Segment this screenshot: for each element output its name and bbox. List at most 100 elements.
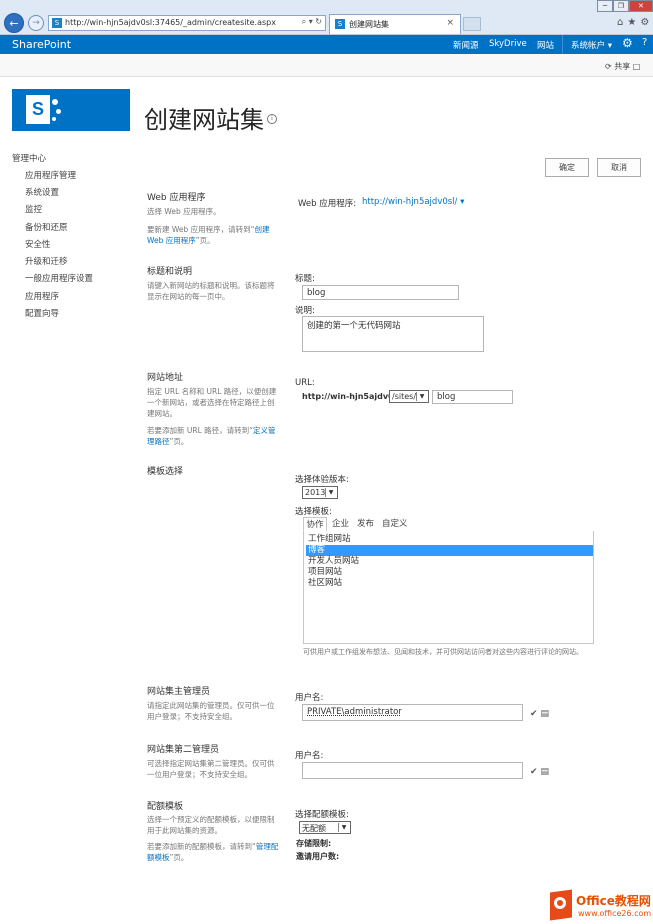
url-label: URL:	[295, 378, 315, 388]
brand-label[interactable]: SharePoint	[12, 38, 71, 51]
url-prefix: http://win-hjn5ajdv0sl	[302, 392, 402, 401]
chevron-down-icon: ▼	[416, 392, 427, 401]
minimize-button[interactable]: ─	[597, 0, 613, 12]
quota-select[interactable]: 无配额 ▼	[299, 821, 351, 834]
nav-item-monitoring[interactable]: 监控	[25, 203, 42, 215]
quota-desc-manage: 若要添加新的配额模板，请转到“管理配额模板”页。	[147, 841, 279, 863]
primary-admin-input[interactable]: PRIVATE\administrator	[302, 704, 523, 721]
primary-admin-label: 用户名:	[295, 693, 324, 703]
gear-icon[interactable]: ⚙	[640, 17, 653, 28]
nav-item-upgrade-migration[interactable]: 升级和迁移	[25, 255, 68, 267]
title-input[interactable]: blog	[302, 285, 459, 300]
tab-publishing[interactable]: 发布	[357, 517, 374, 529]
description-textarea[interactable]: 创建的第一个无代码网站	[302, 316, 484, 352]
nav-item-security[interactable]: 安全性	[25, 238, 51, 250]
section-header-secondary-admin: 网站集第二管理员	[147, 745, 220, 755]
share-icon: ⟳	[605, 62, 615, 71]
logo-dot	[52, 99, 58, 105]
url-name-input[interactable]: blog	[432, 390, 513, 404]
suite-link-newsfeed[interactable]: 新闻源	[453, 39, 479, 51]
window-controls: ─ ❐ ✕	[597, 0, 653, 12]
address-tools[interactable]: ⌕ ▾ ↻	[302, 17, 322, 27]
back-button[interactable]: ←	[4, 13, 24, 33]
template-item-project-site[interactable]: 项目网站	[306, 567, 593, 578]
sharepoint-logo[interactable]: S	[12, 89, 130, 131]
close-window-button[interactable]: ✕	[628, 0, 653, 12]
nav-item-system-settings[interactable]: 系统设置	[25, 186, 59, 198]
browser-tab[interactable]: S 创建网站集 ×	[329, 14, 461, 34]
browse-directory-icon[interactable]: ▤	[541, 767, 553, 777]
focus-icon[interactable]: □	[633, 62, 641, 71]
nav-item-app-management[interactable]: 应用程序管理	[25, 169, 76, 181]
secondary-admin-input[interactable]	[302, 762, 523, 779]
info-icon[interactable]: i	[267, 114, 277, 124]
webapp-desc-create: 要新建 Web 应用程序，请转到“创建 Web 应用程序”页。	[147, 224, 279, 246]
nav-root[interactable]: 管理中心	[12, 152, 46, 164]
section-header-primary-admin: 网站集主管理员	[147, 687, 211, 697]
help-icon[interactable]: ?	[642, 37, 647, 48]
site-address-desc-paths-text: 若要添加新 URL 路径，请转到“	[147, 426, 254, 435]
url-path-select[interactable]: /sites/▼	[389, 390, 429, 403]
tab-collaboration[interactable]: 协作	[303, 517, 327, 531]
secondary-admin-label: 用户名:	[295, 751, 324, 761]
webapp-desc: 选择 Web 应用程序。	[147, 207, 221, 216]
home-icon[interactable]: ⌂	[617, 17, 627, 28]
template-list[interactable]: 工作组网站 博客 开发人员网站 项目网站 社区网站	[303, 531, 594, 644]
watermark-line1: Office教程网	[576, 894, 651, 908]
template-item-team-site[interactable]: 工作组网站	[306, 534, 593, 545]
section-header-title: 标题和说明	[147, 267, 193, 277]
check-names-icon[interactable]: ✔	[530, 767, 541, 777]
nav-item-apps[interactable]: 应用程序	[25, 290, 59, 302]
template-item-community-site[interactable]: 社区网站	[306, 578, 593, 589]
section-header-webapp: Web 应用程序	[147, 193, 206, 203]
tab-enterprise[interactable]: 企业	[332, 517, 349, 529]
nav-item-general-settings[interactable]: 一般应用程序设置	[25, 272, 93, 284]
quota-desc-manage-text: 若要添加新的配额模板，请转到“	[147, 842, 256, 851]
logo-dot	[56, 109, 61, 114]
template-item-developer-site[interactable]: 开发人员网站	[306, 556, 593, 567]
suite-link-skydrive[interactable]: SkyDrive	[489, 39, 527, 49]
quota-desc-manage-end: ”页。	[169, 853, 189, 862]
ribbon-bar	[0, 54, 653, 77]
template-tabs: 协作 企业 发布 自定义	[303, 517, 594, 532]
quota-select-value: 无配额	[302, 824, 326, 833]
version-value: 2013	[305, 488, 326, 497]
new-tab-button[interactable]	[463, 17, 481, 31]
version-select[interactable]: 2013 ▼	[302, 486, 338, 499]
suite-divider	[562, 35, 563, 54]
cancel-button[interactable]: 取消	[597, 158, 641, 177]
title-desc-text: 请键入新网站的标题和说明。该标题将显示在网站的每一页中。	[147, 281, 275, 301]
storage-limit-label: 存储限制:	[296, 839, 332, 848]
star-icon[interactable]: ★	[627, 17, 640, 28]
primary-admin-desc: 请指定此网站集的管理员。仅可供一位用户登录；不支持安全组。	[147, 701, 275, 721]
select-template-label: 选择模板:	[295, 507, 332, 517]
chevron-down-icon: ▼	[325, 488, 336, 497]
settings-gear-icon[interactable]: ⚙	[622, 36, 633, 50]
site-address-desc-paths: 若要添加新 URL 路径，请转到“定义管理路径”页。	[147, 425, 279, 447]
chevron-down-icon: ▼	[338, 823, 349, 832]
account-menu[interactable]: 系统帐户 ▾	[571, 39, 612, 51]
browser-toolbar-icons: ⌂★⚙	[617, 17, 653, 28]
suite-link-sites[interactable]: 网站	[537, 39, 554, 51]
check-names-icon[interactable]: ✔	[530, 709, 541, 719]
tab-custom[interactable]: 自定义	[382, 517, 408, 529]
maximize-button[interactable]: ❐	[612, 0, 629, 12]
sharepoint-favicon-icon: S	[335, 19, 345, 29]
description-label: 说明:	[295, 306, 315, 316]
forward-button[interactable]: →	[28, 15, 44, 31]
ok-button[interactable]: 确定	[545, 158, 589, 177]
primary-admin-tools: ✔▤	[530, 709, 552, 719]
sharepoint-s-icon: S	[26, 95, 50, 124]
webapp-desc-create-end: ”页。	[195, 236, 215, 245]
webapp-selector[interactable]: http://win-hjn5ajdv0sl/ ▾	[362, 197, 464, 207]
close-tab-icon[interactable]: ×	[446, 18, 454, 28]
share-button[interactable]: ⟳ 共享 □	[605, 61, 640, 72]
nav-item-backup-restore[interactable]: 备份和还原	[25, 221, 68, 233]
quota-select-label: 选择配额模板:	[295, 810, 349, 820]
nav-item-config-wizards[interactable]: 配置向导	[25, 307, 59, 319]
secondary-admin-tools: ✔▤	[530, 767, 552, 777]
address-bar[interactable]: S http://win-hjn5ajdv0sl:37465/_admin/cr…	[48, 15, 326, 31]
suite-bar	[0, 35, 653, 54]
browse-directory-icon[interactable]: ▤	[541, 709, 553, 719]
template-item-blog[interactable]: 博客	[306, 545, 593, 556]
